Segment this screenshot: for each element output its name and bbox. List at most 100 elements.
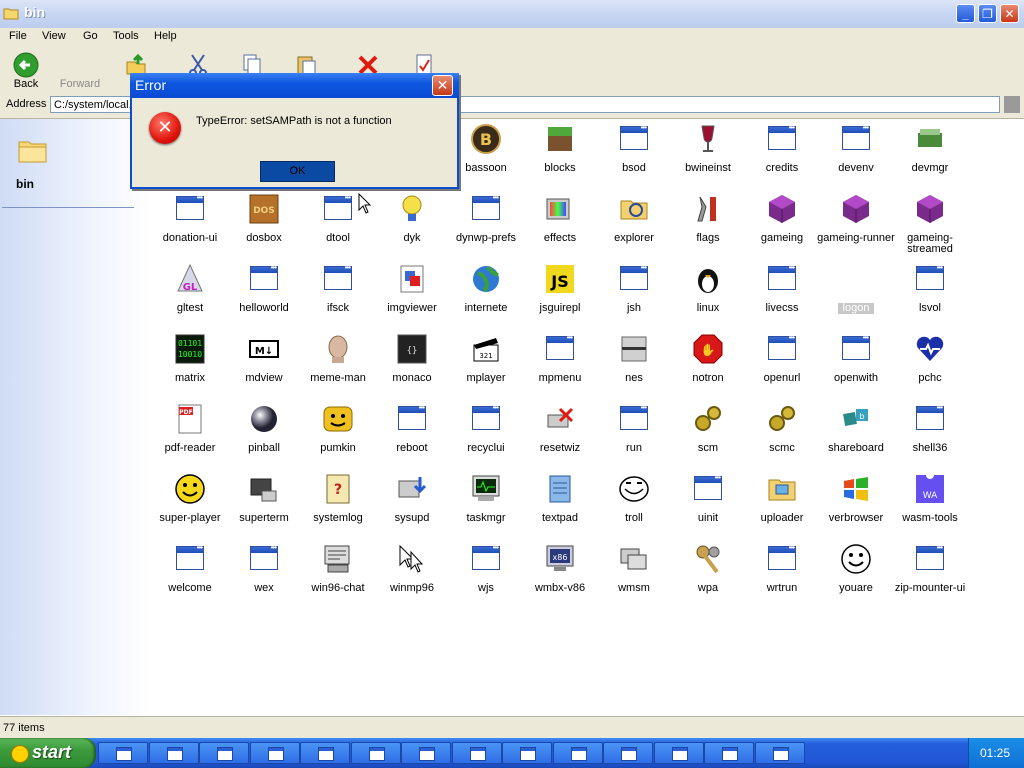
file-item-label: scmc (769, 442, 795, 454)
smiley-icon (174, 473, 206, 505)
svg-text:10010: 10010 (178, 350, 202, 359)
task-window-icon (570, 747, 587, 761)
dialog-close-button[interactable]: ✕ (432, 75, 453, 96)
uploader-icon (766, 473, 798, 505)
file-item-label: gltest (176, 302, 204, 314)
minimize-button[interactable]: _ (956, 4, 975, 23)
taskbar-task-button[interactable] (199, 742, 249, 764)
taskbar-task-button[interactable] (249, 742, 300, 764)
error-dialog[interactable]: Error ✕ TypeError: setSAMPath is not a f… (130, 73, 459, 189)
taskbar-task-button[interactable] (552, 742, 603, 764)
taskbar-task-button[interactable] (603, 742, 653, 764)
menu-tools[interactable]: Tools (113, 30, 139, 42)
svg-text:WA: WA (923, 491, 938, 501)
file-item-label: pdf-reader (164, 442, 216, 454)
file-item-label: mplayer (466, 372, 506, 384)
taskbar-task-button[interactable] (754, 742, 805, 764)
back-button[interactable]: Back (0, 48, 56, 92)
menu-bar: File View Go Tools Help (0, 28, 1024, 46)
stop-hand-icon: ✋ (692, 333, 724, 365)
file-item-label: notron (692, 372, 724, 384)
task-window-icon (166, 747, 183, 761)
file-item-label: wrtrun (766, 582, 798, 594)
matrix-icon: 01101 10010 (174, 333, 206, 365)
cogs-icon (692, 403, 724, 435)
restore-button[interactable]: ❐ (978, 4, 997, 23)
menu-go[interactable]: Go (83, 30, 98, 42)
pdf-icon: PDF (174, 403, 206, 435)
task-window-icon (368, 747, 385, 761)
item-count: 77 items (3, 722, 45, 734)
window-icon (914, 263, 946, 295)
cursor-pack-icon (396, 543, 428, 575)
file-item-label: recyclui (467, 442, 505, 454)
window-icon (840, 333, 872, 365)
window-icon (174, 543, 206, 575)
menu-file[interactable]: File (9, 30, 27, 42)
dosbox-icon: DOS (248, 193, 280, 225)
file-icon-grid: Bbassoonblocksbsodbwineinstcreditsdevenv… (150, 119, 1024, 715)
ok-button[interactable]: OK (260, 161, 335, 182)
file-item-label: pchc (918, 372, 942, 384)
taskbar-task-button[interactable] (98, 742, 148, 764)
taskbar-task-button[interactable] (653, 742, 704, 764)
taskbar-task-button[interactable] (148, 742, 199, 764)
start-button[interactable]: start (0, 738, 96, 768)
taskbar-task-button[interactable] (451, 742, 502, 764)
status-bar: 77 items (0, 716, 1024, 739)
file-item-label: monaco (392, 372, 432, 384)
pinball-icon (248, 403, 280, 435)
file-item-label: welcome (168, 582, 212, 594)
monaco-icon: {} (396, 333, 428, 365)
folder-icon (3, 8, 19, 20)
close-button[interactable]: ✕ (1000, 4, 1019, 23)
file-item-label: resetwiz (539, 442, 581, 454)
address-go-button[interactable] (1004, 96, 1020, 113)
menu-help[interactable]: Help (154, 30, 177, 42)
task-window-icon (772, 747, 789, 761)
error-message: TypeError: setSAMPath is not a function (196, 115, 392, 127)
taskbar-task-button[interactable] (401, 742, 451, 764)
taskbar-task-button[interactable] (300, 742, 350, 764)
shareboard-icon: b (840, 403, 872, 435)
folder-large-icon (18, 141, 47, 163)
file-item-label: explorer (614, 232, 654, 244)
file-item-label: shell36 (912, 442, 948, 454)
window-icon (840, 123, 872, 155)
file-item-label: systemlog (313, 512, 363, 524)
task-window-icon (419, 747, 435, 761)
folder-name: bin (16, 177, 34, 191)
forward-button[interactable]: Forward (50, 48, 110, 92)
bassoon-icon: B (470, 123, 502, 155)
file-item-label: jsguirepl (539, 302, 581, 314)
svg-text:321: 321 (479, 352, 492, 360)
file-item-label: wasm-tools (902, 512, 958, 524)
file-item-label: troll (625, 512, 643, 524)
taskbar-task-button[interactable] (350, 742, 401, 764)
file-item-label: dynwp-prefs (456, 232, 516, 244)
address-label: Address (6, 98, 47, 110)
effects-icon (544, 193, 576, 225)
task-window-icon (621, 747, 637, 761)
taskbar-task-button[interactable] (704, 742, 754, 764)
task-window-icon (671, 747, 688, 761)
file-item-label: youare (839, 582, 873, 594)
gl-cone-icon: GL (174, 263, 206, 295)
task-window-icon (217, 747, 233, 761)
window-icon (766, 333, 798, 365)
window-icon (470, 403, 502, 435)
log-icon: ? (322, 473, 354, 505)
file-item-label: wex (254, 582, 274, 594)
menu-view[interactable]: View (42, 30, 66, 42)
taskbar-task-button[interactable] (502, 742, 552, 764)
file-item-label: reboot (396, 442, 428, 454)
window-icon (396, 403, 428, 435)
window-icon (692, 473, 724, 505)
file-item-label: internete (464, 302, 508, 314)
window-icon (618, 403, 650, 435)
notepad-icon (544, 473, 576, 505)
clock: 01:25 (980, 746, 1011, 760)
dialog-title-bar[interactable]: Error ✕ (130, 73, 459, 98)
title-bar[interactable]: bin _ ❐ ✕ (0, 0, 1024, 29)
file-item-label: superterm (239, 512, 289, 524)
